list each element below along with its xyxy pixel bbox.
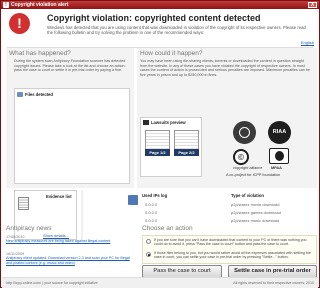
violation-row: p2p/warez games download xyxy=(231,210,281,215)
news-headline-link[interactable]: New antipiracy measures are being taken … xyxy=(6,239,136,243)
news-headline-link[interactable]: Antipiracy client updated. Download vers… xyxy=(6,256,136,265)
eagle-seal-logo xyxy=(233,121,256,144)
folder-icon xyxy=(17,92,23,97)
what-happened-title: What has happened? xyxy=(9,50,71,57)
footer-rights: All rights reserved to their respective … xyxy=(233,281,314,285)
evidence-list-title: Evidence list xyxy=(46,194,72,199)
ip-row: 0.0.0.0 xyxy=(145,218,158,223)
header: ! Copyright violation: copyrighted conte… xyxy=(2,9,318,47)
violation-types-box: Type of violation p2p/warez movie downlo… xyxy=(231,190,317,240)
ip-row: 0.0.0.0 xyxy=(145,210,158,215)
lawsuit-page-2[interactable]: Page 2/2 xyxy=(174,130,199,156)
warning-icon: ! xyxy=(3,2,9,8)
files-detected-box[interactable]: Files detected xyxy=(14,88,130,184)
lawsuits-preview[interactable]: Lawsuits preview Page 1/2 Page 2/2 xyxy=(140,117,202,177)
title-bar[interactable]: ! Copyright violation alert X xyxy=(1,1,319,9)
actions-title: Choose an action xyxy=(142,225,193,232)
pass-to-court-radio[interactable] xyxy=(146,239,151,244)
copyright-alliance-text: copyright alliance xyxy=(233,166,263,170)
lawsuits-preview-label: Lawsuits preview xyxy=(151,120,186,125)
riaa-text: RIAA xyxy=(272,129,287,135)
pass-to-court-text: If you are sure that you can't have down… xyxy=(154,238,307,247)
page-1-label: Page 1/2 xyxy=(145,149,170,156)
ip-log-title: Used IPs log xyxy=(142,193,168,198)
news-title: Antipiracy news xyxy=(6,225,52,232)
copyright-alliance-logo: © xyxy=(233,149,249,165)
mpaa-text: MPAA xyxy=(271,166,282,170)
footer: http://icpp-online.com/ | your source fo… xyxy=(2,277,318,288)
violation-row: p2p/warez music download xyxy=(231,218,280,223)
mpaa-mask-icon xyxy=(275,151,284,161)
document-icon xyxy=(143,120,149,125)
window-title: Copyright violation alert xyxy=(11,2,69,8)
settle-text: If those files belong to you, but you wo… xyxy=(154,251,311,260)
evidence-document-icon xyxy=(18,197,29,210)
alert-window: ! Copyright violation alert X ! Copyrigh… xyxy=(0,0,320,288)
footer-source: http://icpp-online.com/ | your source fo… xyxy=(6,281,98,285)
page-title: Copyright violation: copyrighted content… xyxy=(47,13,261,23)
news-item: 17/08/2010 New antipiracy measures are b… xyxy=(6,235,136,244)
header-description: Windows has detected that you are using … xyxy=(47,25,306,35)
mpaa-seal xyxy=(269,148,289,164)
how-happened-panel: How could it happen? You may have been u… xyxy=(137,48,317,188)
news-item: 16/11/2009 Antipiracy client updated. Do… xyxy=(6,252,136,265)
lawsuit-page-1[interactable]: Page 1/2 xyxy=(145,130,170,156)
settle-radio[interactable] xyxy=(146,252,151,257)
divider xyxy=(81,190,83,240)
how-happened-text: You may have been using file-sharing cli… xyxy=(140,59,310,77)
files-detected-label: Files detected xyxy=(25,92,53,97)
violation-title: Type of violation xyxy=(231,193,264,198)
ip-row: 0.0.0.0 xyxy=(145,202,158,207)
language-link[interactable]: English xyxy=(301,40,314,45)
evidence-list-box: Evidence list Show details... xyxy=(14,190,77,240)
riaa-logo: RIAA xyxy=(268,121,291,144)
action-options: If you are sure that you can't have down… xyxy=(142,235,317,264)
ip-log-box: Used IPs log 0.0.0.0 0.0.0.0 0.0.0.0 xyxy=(128,190,194,240)
network-icon xyxy=(128,195,138,205)
violation-row: p2p/warez movie download xyxy=(231,202,280,207)
warning-icon: ! xyxy=(9,13,30,34)
coproject-text: A co-project for ICPP foundation xyxy=(226,173,281,177)
page-2-label: Page 2/2 xyxy=(174,149,199,156)
seal-ring xyxy=(239,127,250,138)
copyright-symbol-icon: © xyxy=(238,153,244,162)
what-happened-panel: What has happened? During the system sca… xyxy=(6,48,134,188)
what-happened-text: During the system scan Antipiracy Founda… xyxy=(14,59,126,72)
close-button[interactable]: X xyxy=(308,2,317,8)
how-happened-title: How could it happen? xyxy=(140,50,203,57)
